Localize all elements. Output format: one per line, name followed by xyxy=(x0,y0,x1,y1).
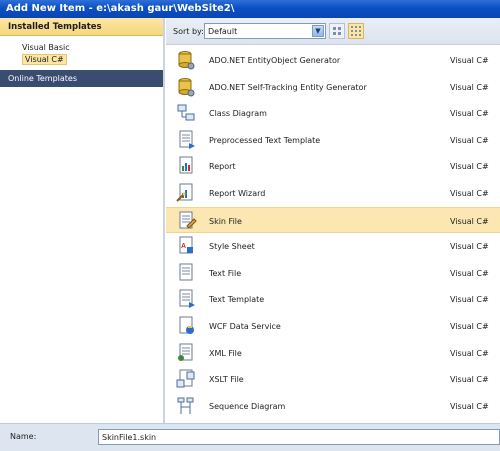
template-language: Visual C# xyxy=(450,268,489,278)
sort-by-dropdown[interactable]: Default ▼ xyxy=(204,23,326,39)
template-row[interactable]: ADO.NET Self-Tracking Entity Generator Vi… xyxy=(166,74,500,100)
name-bar: Name: SkinFile1.skin xyxy=(0,423,500,451)
sidebar-item-visual-csharp[interactable]: Visual C# xyxy=(0,54,163,66)
text-file-icon xyxy=(175,262,197,284)
template-language: Visual C# xyxy=(450,82,489,92)
medium-icons-view-button[interactable] xyxy=(329,23,345,39)
template-language: Visual C# xyxy=(450,189,489,198)
sequence-diagram-icon xyxy=(175,395,197,417)
sidebar-item-visual-basic[interactable]: Visual Basic xyxy=(0,42,163,54)
template-name: ADO.NET EntityObject Generator xyxy=(209,56,341,65)
installed-templates-header[interactable]: Installed Templates xyxy=(0,18,163,36)
template-language: Visual C# xyxy=(450,401,489,411)
sort-toolbar: Sort by: Default ▼ xyxy=(166,18,500,45)
template-name: WCF Data Service xyxy=(209,322,281,331)
template-language: Visual C# xyxy=(450,135,489,145)
database-icon xyxy=(175,49,197,71)
template-row[interactable]: Text File Visual C# xyxy=(166,260,500,286)
template-row[interactable]: Report Visual C# xyxy=(166,153,500,179)
svg-text:A: A xyxy=(181,243,186,250)
template-row[interactable]: Text Template Visual C# xyxy=(166,286,500,312)
template-name: XSLT File xyxy=(209,375,244,385)
template-row[interactable]: Sequence Diagram Visual C# xyxy=(166,393,500,419)
xslt-file-icon xyxy=(175,368,197,390)
template-row[interactable]: Class Diagram Visual C# xyxy=(166,100,500,126)
template-row[interactable]: XSLT File Visual C# xyxy=(166,366,500,392)
template-name: Skin File xyxy=(209,216,242,226)
database-icon xyxy=(175,76,197,98)
template-row[interactable]: Skin File Visual C# xyxy=(166,206,500,233)
templates-panel: Sort by: Default ▼ ADO.NET EntityObject … xyxy=(166,18,500,423)
template-name: ADO.NET Self-Tracking Entity Generator xyxy=(209,82,367,92)
template-row[interactable]: A Style Sheet Visual C# xyxy=(166,233,500,259)
template-language: Visual C# xyxy=(450,216,489,226)
template-row[interactable]: WCF Data Service Visual C# xyxy=(166,313,500,339)
template-name: Report xyxy=(209,162,236,172)
template-name: Report Wizard xyxy=(209,189,266,198)
report-wizard-icon xyxy=(175,182,197,204)
small-icons-view-button[interactable] xyxy=(348,23,364,39)
templates-sidebar: Installed Templates Visual Basic Visual … xyxy=(0,18,165,423)
grid-view-icon xyxy=(333,27,336,30)
template-row[interactable]: ADO.NET EntityObject Generator Visual C# xyxy=(166,47,500,73)
template-language: Visual C# xyxy=(450,56,489,65)
window-title: Add New Item - e:\akash gaur\WebSite2\ xyxy=(0,0,500,18)
list-view-icon xyxy=(351,26,353,28)
template-row[interactable]: XML File Visual C# xyxy=(166,340,500,366)
template-language: Visual C# xyxy=(450,109,489,119)
sidebar-item-label: Visual Basic xyxy=(22,43,70,52)
template-language: Visual C# xyxy=(450,375,489,385)
wcf-data-service-icon xyxy=(175,315,197,337)
text-template-icon xyxy=(175,129,197,151)
template-name: Preprocessed Text Template xyxy=(209,135,321,145)
sort-by-value: Default xyxy=(208,27,238,36)
template-category-tree: Visual Basic Visual C# xyxy=(0,36,163,66)
template-name: Style Sheet xyxy=(209,242,255,252)
template-language: Visual C# xyxy=(450,348,489,358)
template-name: Class Diagram xyxy=(209,109,267,119)
template-name: XML File xyxy=(209,348,242,358)
text-template-icon xyxy=(175,288,197,310)
template-name: Sequence Diagram xyxy=(209,401,286,411)
template-name: Text Template xyxy=(209,295,265,305)
name-input[interactable]: SkinFile1.skin xyxy=(98,429,500,445)
template-language: Visual C# xyxy=(450,242,489,252)
xml-file-icon xyxy=(175,342,197,364)
report-icon xyxy=(175,155,197,177)
class-diagram-icon xyxy=(175,102,197,124)
template-language: Visual C# xyxy=(450,322,489,331)
name-label: Name: xyxy=(10,432,37,441)
template-row[interactable]: Preprocessed Text Template Visual C# xyxy=(166,127,500,153)
template-language: Visual C# xyxy=(450,162,489,172)
template-language: Visual C# xyxy=(450,295,489,305)
template-name: Text File xyxy=(209,268,242,278)
chevron-down-icon[interactable]: ▼ xyxy=(312,25,324,37)
style-sheet-icon: A xyxy=(175,235,197,257)
template-row[interactable]: Report Wizard Visual C# xyxy=(166,180,500,206)
sort-by-label: Sort by: xyxy=(173,27,204,36)
online-templates-header[interactable]: Online Templates xyxy=(0,70,163,87)
sidebar-item-label: Visual C# xyxy=(22,54,67,65)
skin-file-icon xyxy=(175,210,197,232)
